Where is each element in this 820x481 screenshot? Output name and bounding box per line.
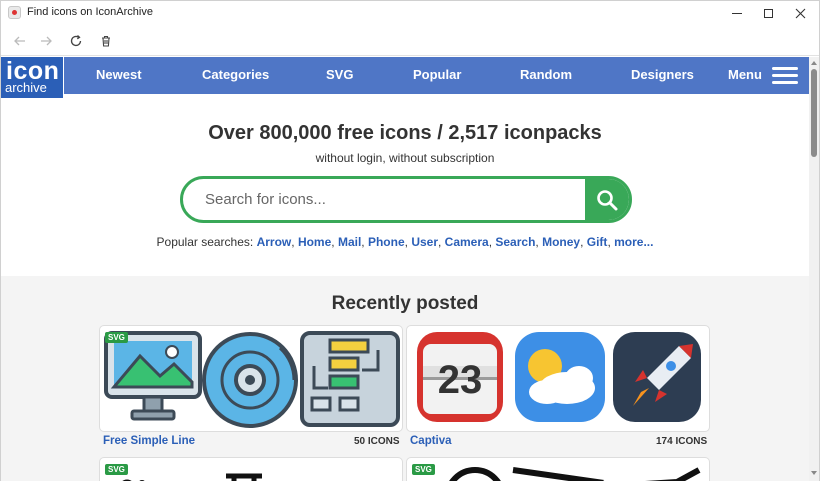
nav-newest[interactable]: Newest bbox=[96, 67, 142, 82]
pack-count: 50 ICONS bbox=[354, 436, 400, 447]
nav-svg[interactable]: SVG bbox=[326, 67, 353, 82]
clear-data-button[interactable] bbox=[96, 31, 116, 51]
popular-link-gift[interactable]: Gift bbox=[587, 235, 608, 249]
svg-badge: SVG bbox=[105, 464, 128, 475]
close-button[interactable] bbox=[780, 1, 820, 25]
popular-link-phone[interactable]: Phone bbox=[368, 235, 405, 249]
popular-link-money[interactable]: Money bbox=[542, 235, 580, 249]
pack-name-link[interactable]: Captiva bbox=[410, 435, 452, 447]
scroll-up-icon[interactable] bbox=[811, 61, 817, 65]
calendar-icon: 23 bbox=[417, 332, 503, 422]
iconpack-preview bbox=[104, 331, 400, 428]
page-scrollbar[interactable] bbox=[809, 57, 819, 481]
back-button[interactable] bbox=[10, 31, 30, 51]
popular-link-camera[interactable]: Camera bbox=[445, 235, 489, 249]
title-bar: Find icons on IconArchive bbox=[1, 1, 819, 25]
iconpack-card[interactable]: 23 bbox=[406, 325, 710, 432]
nav-categories[interactable]: Categories bbox=[202, 67, 269, 82]
pack-count: 174 ICONS bbox=[656, 436, 708, 447]
popular-link-search[interactable]: Search bbox=[495, 235, 535, 249]
svg-badge: SVG bbox=[412, 464, 435, 475]
iconpack-preview bbox=[122, 473, 262, 481]
popular-link-home[interactable]: Home bbox=[298, 235, 331, 249]
scroll-thumb[interactable] bbox=[811, 69, 817, 157]
calendar-day: 23 bbox=[438, 358, 483, 402]
search-button[interactable] bbox=[585, 179, 629, 220]
arrow-left-icon bbox=[14, 36, 25, 46]
scroll-down-icon[interactable] bbox=[811, 471, 817, 475]
hero-section: Over 800,000 free icons / 2,517 iconpack… bbox=[1, 94, 809, 276]
weather-icon bbox=[515, 332, 605, 422]
nav-random[interactable]: Random bbox=[520, 67, 572, 82]
nav-popular[interactable]: Popular bbox=[413, 67, 461, 82]
iconpack-card[interactable]: SVG bbox=[99, 457, 403, 481]
popular-link-arrow[interactable]: Arrow bbox=[257, 235, 292, 249]
hamburger-menu-icon[interactable] bbox=[772, 67, 798, 85]
popular-link-more[interactable]: more... bbox=[614, 235, 653, 249]
nav-designers[interactable]: Designers bbox=[631, 67, 694, 82]
iconpack-preview bbox=[449, 467, 701, 481]
flowchart-icon bbox=[300, 331, 400, 427]
browser-toolbar bbox=[1, 25, 819, 56]
reload-button[interactable] bbox=[66, 31, 86, 51]
hero-title: Over 800,000 free icons / 2,517 iconpack… bbox=[208, 122, 602, 144]
site-logo[interactable]: icon archive bbox=[1, 57, 64, 99]
popular-searches: Popular searches: Arrow, Home, Mail, Pho… bbox=[156, 235, 654, 249]
iconpack-card[interactable]: SVG bbox=[99, 325, 403, 432]
search-input[interactable] bbox=[205, 179, 585, 220]
menu-label[interactable]: Menu bbox=[728, 67, 762, 82]
search-box bbox=[180, 176, 632, 223]
hero-subtitle: without login, without subscription bbox=[315, 151, 495, 165]
browser-window: Find icons on IconArchive Newest Categor… bbox=[0, 0, 820, 481]
logo-text-archive: archive bbox=[5, 80, 47, 95]
monitor-image-icon bbox=[104, 331, 202, 421]
pack-name-link[interactable]: Free Simple Line bbox=[103, 435, 195, 447]
reload-icon bbox=[70, 35, 82, 47]
forward-button[interactable] bbox=[36, 31, 56, 51]
site-nav: Newest Categories SVG Popular Random Des… bbox=[1, 57, 809, 94]
search-icon bbox=[597, 189, 618, 210]
window-title: Find icons on IconArchive bbox=[27, 6, 153, 18]
popular-label: Popular searches: bbox=[156, 235, 254, 249]
arrow-right-icon bbox=[41, 36, 52, 46]
disc-icon bbox=[202, 332, 298, 428]
svg-badge: SVG bbox=[105, 332, 128, 343]
iconpack-preview: 23 bbox=[417, 332, 701, 422]
recent-title: Recently posted bbox=[331, 293, 479, 314]
trash-icon bbox=[102, 35, 110, 47]
iconpack-card[interactable]: SVG bbox=[406, 457, 710, 481]
rocket-icon bbox=[613, 332, 701, 422]
app-icon bbox=[8, 6, 21, 19]
popular-link-user[interactable]: User bbox=[411, 235, 438, 249]
popular-link-mail[interactable]: Mail bbox=[338, 235, 361, 249]
close-icon bbox=[795, 8, 805, 18]
page-viewport: Newest Categories SVG Popular Random Des… bbox=[1, 57, 809, 481]
